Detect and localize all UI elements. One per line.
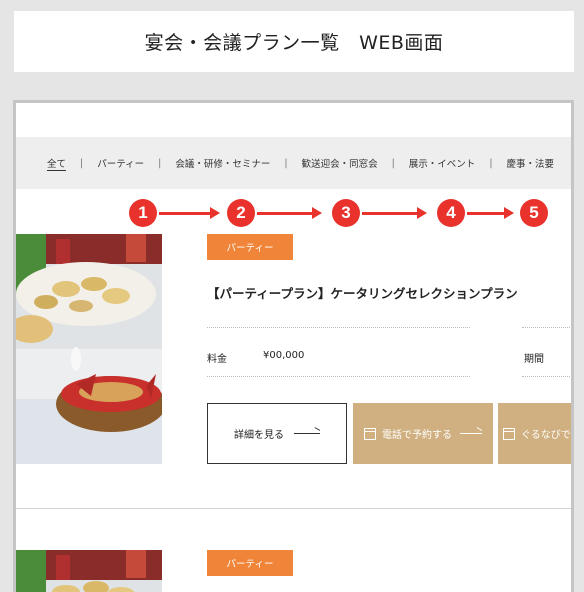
step-1-badge: 1 — [129, 199, 157, 227]
nav-item-celebration[interactable]: 慶事・法要 — [507, 156, 555, 170]
price-value: ¥00,000 — [263, 350, 305, 361]
step-arrow-icon — [362, 207, 427, 219]
plan-photo[interactable] — [16, 234, 162, 464]
dotted-divider — [207, 327, 470, 328]
category-badge: パーティー — [207, 234, 293, 260]
price-label: 料金 — [207, 354, 227, 365]
arrow-right-icon — [294, 433, 320, 434]
dotted-divider — [522, 327, 571, 328]
gnavi-reserve-button[interactable]: ぐるなびで — [498, 403, 571, 464]
calendar-icon — [503, 427, 515, 440]
step-arrow-icon — [257, 207, 322, 219]
nav-item-all[interactable]: 全て — [47, 156, 66, 170]
page-title-box: 宴会・会議プラン一覧 WEB画面 — [14, 11, 574, 72]
nav-item-farewell[interactable]: 歓送迎会・同窓会 — [302, 156, 378, 170]
step-3-badge: 3 — [332, 199, 360, 227]
nav-separator: | — [80, 157, 84, 169]
step-arrow-icon — [467, 207, 514, 219]
category-nav: 全て | パーティー | 会議・研修・セミナー | 歓送迎会・同窓会 | 展示・… — [16, 137, 571, 189]
calendar-icon — [364, 427, 376, 440]
page-title: 宴会・会議プラン一覧 WEB画面 — [144, 32, 444, 54]
card-divider — [16, 508, 571, 509]
gnavi-reserve-label: ぐるなびで — [521, 430, 571, 441]
phone-reserve-label: 電話で予約する — [382, 430, 452, 441]
web-screen-frame: 全て | パーティー | 会議・研修・セミナー | 歓送迎会・同窓会 | 展示・… — [13, 100, 574, 592]
nav-item-exhibition[interactable]: 展示・イベント — [409, 156, 476, 170]
nav-separator: | — [489, 157, 493, 169]
phone-reserve-button[interactable]: 電話で予約する — [353, 403, 493, 464]
step-flow: 1 2 3 4 5 — [16, 199, 571, 231]
view-details-button[interactable]: 詳細を見る — [207, 403, 347, 464]
arrow-right-icon — [460, 433, 482, 434]
nav-separator: | — [158, 157, 162, 169]
view-details-label: 詳細を見る — [234, 430, 284, 441]
step-arrow-icon — [159, 207, 220, 219]
step-2-badge: 2 — [227, 199, 255, 227]
plan-photo[interactable] — [16, 550, 162, 592]
nav-separator: | — [284, 157, 288, 169]
category-badge: パーティー — [207, 550, 293, 576]
nav-separator: | — [391, 157, 395, 169]
dotted-divider — [207, 376, 470, 377]
nav-item-party[interactable]: パーティー — [97, 156, 144, 170]
dotted-divider — [522, 376, 571, 377]
step-4-badge: 4 — [437, 199, 465, 227]
step-5-badge: 5 — [520, 199, 548, 227]
nav-item-meeting[interactable]: 会議・研修・セミナー — [175, 156, 270, 170]
plan-title[interactable]: 【パーティープラン】ケータリングセレクションプラン — [207, 283, 518, 302]
period-label: 期間 — [524, 354, 544, 365]
